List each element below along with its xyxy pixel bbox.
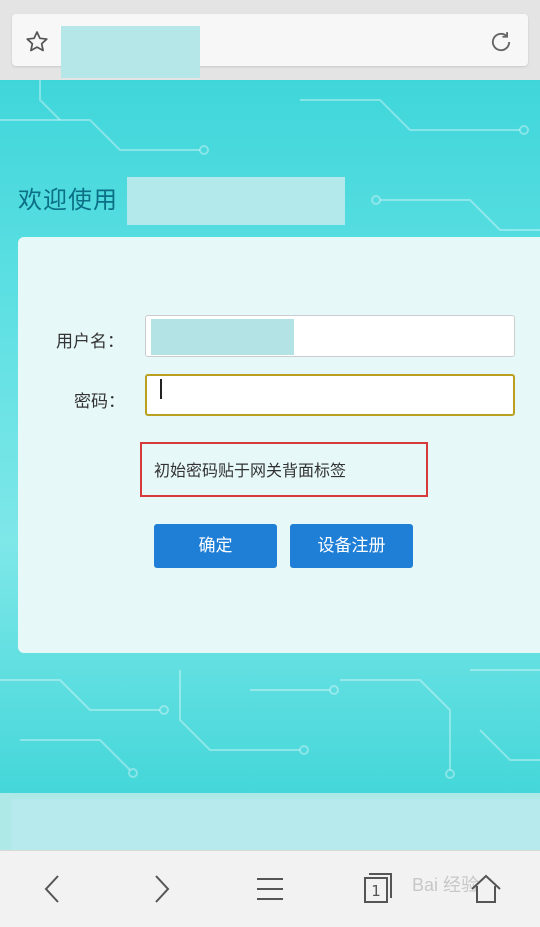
svg-text:1: 1	[371, 882, 381, 900]
password-hint-box: 初始密码贴于网关背面标签	[140, 442, 428, 497]
browser-bottom-bar: 1 Bai 经验	[0, 850, 540, 927]
password-label: 密码：	[74, 392, 125, 412]
password-input[interactable]	[145, 374, 515, 416]
browser-top-bar	[0, 0, 540, 80]
username-input[interactable]	[145, 315, 515, 357]
confirm-button[interactable]: 确定	[154, 524, 277, 568]
back-icon[interactable]	[33, 869, 73, 909]
password-hint: 初始密码贴于网关背面标签	[154, 461, 347, 480]
text-caret	[160, 379, 162, 399]
forward-icon[interactable]	[141, 869, 181, 909]
web-page: 欢迎使用 用户名： 密码： 初始密码贴于网关背面标签 确定 设备注册	[0, 80, 540, 850]
username-label: 用户名：	[56, 332, 124, 352]
menu-icon[interactable]	[250, 869, 290, 909]
page-footer	[0, 793, 540, 850]
redacted-product-name	[127, 177, 345, 225]
tabs-icon[interactable]: 1	[357, 869, 397, 909]
welcome-heading: 欢迎使用	[18, 186, 118, 214]
reload-icon[interactable]	[487, 28, 515, 56]
device-register-button[interactable]: 设备注册	[290, 524, 413, 568]
redacted-username	[151, 319, 294, 355]
redacted-footer	[11, 799, 540, 850]
home-icon[interactable]	[466, 869, 506, 909]
redacted-url	[61, 26, 200, 78]
login-card: 用户名： 密码： 初始密码贴于网关背面标签 确定 设备注册	[18, 237, 540, 653]
star-icon[interactable]	[24, 29, 50, 55]
